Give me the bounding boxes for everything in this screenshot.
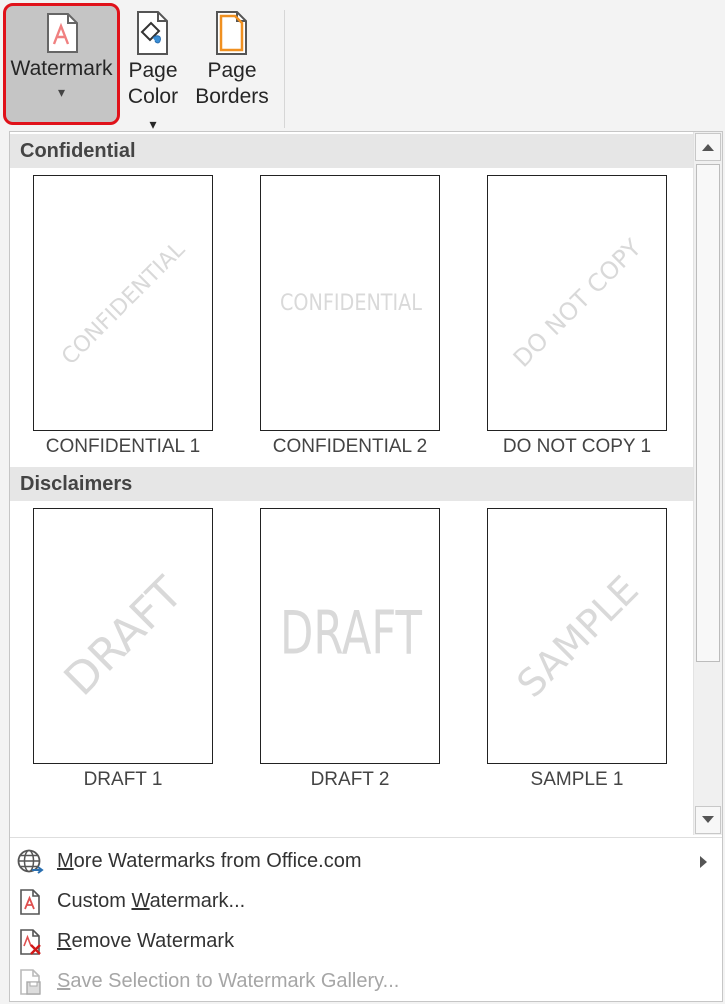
chevron-down-icon: ▾ bbox=[149, 116, 157, 132]
caption-confidential-1: CONFIDENTIAL 1 bbox=[45, 436, 201, 457]
more-watermarks-label: More Watermarks from Office.com bbox=[57, 843, 362, 879]
custom-watermark-text: Custom bbox=[57, 890, 132, 912]
more-watermarks-text: ore Watermarks from Office.com bbox=[73, 850, 362, 872]
watermark-preview: DRAFT bbox=[280, 599, 422, 669]
chevron-down-icon bbox=[702, 816, 714, 823]
save-selection-label: Save Selection to Watermark Gallery... bbox=[57, 963, 399, 999]
watermark-gallery-dropdown: Confidential CONFIDENTIAL CONFIDENTIAL 1… bbox=[9, 131, 723, 1002]
caption-draft-1: DRAFT 1 bbox=[83, 769, 163, 790]
accelerator-key: R bbox=[57, 930, 72, 952]
page-color-label-row: Color ▾ bbox=[124, 84, 182, 137]
watermark-doc-icon bbox=[20, 889, 40, 915]
submenu-arrow-icon bbox=[700, 856, 707, 868]
caption-draft-2: DRAFT 2 bbox=[310, 769, 390, 790]
scroll-up-button[interactable] bbox=[695, 133, 721, 161]
section-header-confidential: Confidential bbox=[10, 134, 693, 168]
menu-item-remove-watermark[interactable]: Remove Watermark bbox=[10, 923, 722, 959]
watermark-thumb-draft-1[interactable]: DRAFT bbox=[33, 508, 213, 764]
svg-text:SAMPLE: SAMPLE bbox=[508, 567, 646, 705]
custom-watermark-text-rest: atermark... bbox=[149, 890, 246, 912]
watermark-preview: SAMPLE bbox=[508, 567, 646, 705]
watermark-thumb-confidential-1[interactable]: CONFIDENTIAL bbox=[33, 175, 213, 431]
watermark-preview: DO NOT COPY bbox=[508, 234, 647, 373]
menu-divider bbox=[10, 837, 722, 838]
accelerator-key: S bbox=[57, 970, 71, 992]
watermark-thumb-do-not-copy-1[interactable]: DO NOT COPY bbox=[487, 175, 667, 431]
custom-watermark-label: Custom Watermark... bbox=[57, 883, 245, 919]
globe-icon bbox=[17, 849, 44, 874]
page-borders-button[interactable]: Page Borders bbox=[192, 8, 272, 110]
gallery-scrollbar[interactable] bbox=[693, 132, 722, 835]
page-borders-icon bbox=[216, 11, 247, 55]
caption-do-not-copy-1: DO NOT COPY 1 bbox=[502, 436, 652, 457]
chevron-down-icon: ▾ bbox=[57, 84, 66, 100]
svg-text:CONFIDENTIAL: CONFIDENTIAL bbox=[280, 291, 423, 316]
svg-text:DRAFT: DRAFT bbox=[280, 599, 422, 669]
watermark-preview: CONFIDENTIAL bbox=[57, 237, 190, 370]
watermark-thumb-sample-1[interactable]: SAMPLE bbox=[487, 508, 667, 764]
page-borders-label-2: Borders bbox=[195, 85, 269, 108]
remove-watermark-text: emove Watermark bbox=[71, 930, 235, 952]
watermark-button[interactable]: Watermark ▾ bbox=[3, 3, 120, 125]
chevron-up-icon bbox=[702, 144, 714, 151]
remove-watermark-label: Remove Watermark bbox=[57, 923, 234, 959]
page-color-label-1: Page bbox=[128, 59, 178, 82]
remove-watermark-icon bbox=[20, 929, 41, 955]
watermark-preview: CONFIDENTIAL bbox=[280, 291, 423, 316]
menu-item-custom-watermark[interactable]: Custom Watermark... bbox=[10, 883, 722, 919]
scroll-thumb[interactable] bbox=[696, 164, 720, 662]
watermark-label: Watermark bbox=[10, 57, 113, 80]
ribbon-divider bbox=[284, 10, 285, 128]
svg-text:CONFIDENTIAL: CONFIDENTIAL bbox=[57, 237, 190, 370]
menu-item-save-selection[interactable]: Save Selection to Watermark Gallery... bbox=[10, 963, 722, 999]
scroll-down-button[interactable] bbox=[695, 806, 721, 834]
menu-item-more-watermarks[interactable]: More Watermarks from Office.com bbox=[10, 843, 722, 879]
svg-text:DO NOT COPY: DO NOT COPY bbox=[508, 234, 647, 373]
watermark-doc-icon bbox=[46, 13, 78, 53]
page-color-button[interactable]: Page Color ▾ bbox=[124, 8, 182, 137]
page-color-icon bbox=[137, 11, 168, 55]
watermark-thumb-confidential-2[interactable]: CONFIDENTIAL bbox=[260, 175, 440, 431]
accelerator-key: M bbox=[57, 850, 74, 872]
svg-text:DRAFT: DRAFT bbox=[55, 568, 193, 706]
accelerator-key: W bbox=[131, 890, 150, 912]
watermark-thumb-draft-2[interactable]: DRAFT bbox=[260, 508, 440, 764]
caption-confidential-2: CONFIDENTIAL 2 bbox=[272, 436, 428, 457]
page-color-label-2: Color bbox=[127, 85, 179, 108]
page-borders-label-1: Page bbox=[207, 59, 257, 82]
save-gallery-icon bbox=[20, 969, 41, 995]
ribbon: Watermark ▾ Page Color ▾ Page Borders bbox=[0, 0, 725, 132]
section-header-disclaimers: Disclaimers bbox=[10, 467, 693, 501]
save-selection-text: ave Selection to Watermark Gallery... bbox=[70, 970, 400, 992]
watermark-preview: DRAFT bbox=[55, 568, 193, 706]
caption-sample-1: SAMPLE 1 bbox=[530, 769, 624, 790]
